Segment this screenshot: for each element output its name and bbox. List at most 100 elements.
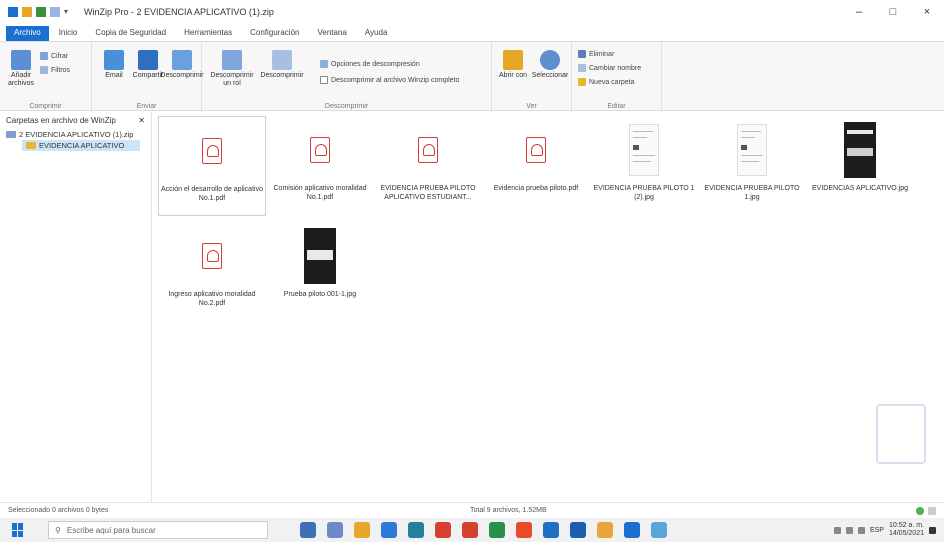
pdf-icon (182, 121, 242, 181)
add-files-button[interactable]: Añadir archivos (6, 50, 36, 88)
chevron-up-icon[interactable] (833, 526, 841, 534)
folder-pane: Carpetas en archivo de WinZip ✕ 2 EVIDEN… (0, 112, 152, 502)
email-icon (104, 50, 124, 70)
unzip-to-button[interactable]: Descomprimir (160, 50, 204, 80)
group-label: Comprimir (29, 103, 62, 110)
file-name: Ingreso aplicativo moralidad No.2.pdf (168, 291, 256, 307)
group-label: Enviar (136, 103, 157, 110)
new-folder-button[interactable]: Nueva carpeta (578, 78, 635, 86)
close-button[interactable]: × (910, 0, 944, 24)
file-name: Comisión aplicativo moralidad No.1.pdf (273, 185, 367, 201)
status-bar: Seleccionado 0 archivos 0 bytes Total 9 … (0, 502, 944, 518)
document-thumbnail (614, 120, 674, 180)
share-button[interactable]: Compartir (133, 50, 163, 80)
app-icon[interactable] (8, 7, 18, 17)
pdf-icon (398, 120, 458, 180)
taskbar-app-icon[interactable] (570, 522, 586, 538)
file-item[interactable]: Comisión aplicativo moralidad No.1.pdf (266, 116, 374, 216)
maximize-button[interactable]: □ (876, 0, 910, 24)
undo-icon[interactable] (50, 7, 60, 17)
file-item[interactable]: Ingreso aplicativo moralidad No.2.pdf (158, 222, 266, 322)
tree-item-zip[interactable]: 2 EVIDENCIA APLICATIVO (1).zip (0, 129, 151, 140)
file-item[interactable]: EVIDENCIA PRUEBA PILOTO APLICATIVO ESTUD… (374, 116, 482, 216)
checkbox-icon (320, 76, 328, 84)
tab-inicio[interactable]: Inicio (51, 26, 86, 41)
selection-status: Seleccionado 0 archivos 0 bytes (8, 507, 109, 514)
taskbar-app-icon[interactable] (435, 522, 451, 538)
add-files-icon (11, 50, 31, 70)
total-status: Total 9 archivos, 1.52MB (470, 507, 547, 514)
file-item[interactable]: EVIDENCIAS APLICATIVO.jpg (806, 116, 914, 216)
new-icon[interactable] (36, 7, 46, 17)
ribbon-tabs: Archivo Inicio Copia de Seguridad Herram… (0, 24, 944, 41)
start-button[interactable] (12, 523, 32, 537)
taskbar-app-icon[interactable] (651, 522, 667, 538)
taskbar-app-icon[interactable] (327, 522, 343, 538)
file-item[interactable]: EVIDENCIA PRUEBA PILOTO 1 (2).jpg (590, 116, 698, 216)
unzip-one-icon (272, 50, 292, 70)
tab-copia-seguridad[interactable]: Copia de Seguridad (87, 26, 174, 41)
pdf-icon (506, 120, 566, 180)
ribbon-group-editar: Eliminar Cambiar nombre Nueva carpeta Ed… (572, 42, 662, 112)
save-icon[interactable] (22, 7, 32, 17)
group-label: Editar (607, 103, 626, 110)
folder-unzip-icon (222, 50, 242, 70)
zoom-icon[interactable] (928, 506, 936, 515)
filters-button[interactable]: Filtros (40, 66, 70, 74)
taskbar-app-icon[interactable] (408, 522, 424, 538)
ribbon: Añadir archivos Cifrar Filtros Comprimir… (0, 41, 944, 112)
window-controls: – □ × (842, 0, 944, 24)
folder-icon (26, 142, 36, 149)
file-name: Prueba piloto 001-1.jpg (283, 291, 357, 298)
tab-herramientas[interactable]: Herramientas (176, 26, 240, 41)
unzip-one-button[interactable]: Descomprimir (260, 50, 304, 80)
email-button[interactable]: Email (100, 50, 128, 80)
group-label: Ver (526, 103, 537, 110)
file-name: EVIDENCIA PRUEBA PILOTO 1.jpg (704, 185, 800, 201)
taskbar-app-icon[interactable] (381, 522, 397, 538)
tab-ayuda[interactable]: Ayuda (357, 26, 396, 41)
unzip-options-button[interactable]: Opciones de descompresión (320, 60, 420, 68)
document-thumbnail (722, 120, 782, 180)
file-item[interactable]: Evidencia prueba piloto.pdf (482, 116, 590, 216)
tab-archivo[interactable]: Archivo (6, 26, 49, 41)
chevron-down-icon[interactable]: ▾ (64, 7, 74, 17)
tab-configuracion[interactable]: Configuración (242, 26, 307, 41)
taskbar-app-icon[interactable] (300, 522, 316, 538)
image-thumbnail (290, 226, 350, 286)
taskbar-app-icon[interactable] (354, 522, 370, 538)
notifications-icon[interactable] (929, 526, 936, 534)
taskbar-app-icon[interactable] (516, 522, 532, 538)
ribbon-group-comprimir: Añadir archivos Cifrar Filtros Comprimir (0, 42, 92, 112)
lock-icon (40, 52, 48, 60)
volume-icon[interactable] (857, 526, 865, 534)
taskbar-app-icon[interactable] (489, 522, 505, 538)
view-with-button[interactable]: Abrir con (498, 50, 528, 80)
unzip-open-checkbox[interactable]: Descomprimir al archivo Winzip completo (320, 76, 459, 84)
delete-button[interactable]: Eliminar (578, 50, 614, 58)
status-icons (916, 506, 936, 515)
tree-item-evidencia[interactable]: EVIDENCIA APLICATIVO (22, 140, 140, 151)
minimize-button[interactable]: – (842, 0, 876, 24)
close-pane-icon[interactable]: ✕ (138, 116, 145, 125)
rename-button[interactable]: Cambiar nombre (578, 64, 641, 72)
file-item[interactable]: EVIDENCIA PRUEBA PILOTO 1.jpg (698, 116, 806, 216)
title-bar: ▾ WinZip Pro - 2 EVIDENCIA APLICATIVO (1… (0, 0, 944, 24)
taskbar-search-input[interactable]: ⚲ Escribe aquí para buscar (48, 521, 268, 539)
encrypt-button[interactable]: Cifrar (40, 52, 68, 60)
network-icon[interactable] (845, 526, 853, 534)
taskbar-app-icon[interactable] (462, 522, 478, 538)
taskbar-app-icon[interactable] (597, 522, 613, 538)
clock[interactable]: 10:52 a. m. 14/05/2021 (889, 522, 924, 538)
language-indicator[interactable]: ESP (870, 527, 884, 534)
unzip-compare-button[interactable]: Descomprimir un rol (208, 50, 256, 88)
file-name: Evidencia prueba piloto.pdf (493, 185, 579, 192)
taskbar-app-icon[interactable] (543, 522, 559, 538)
select-button[interactable]: Seleccionar (532, 50, 568, 80)
tab-ventana[interactable]: Ventana (309, 26, 354, 41)
delete-icon (578, 50, 586, 58)
file-item[interactable]: Prueba piloto 001-1.jpg (266, 222, 374, 322)
taskbar-app-icon[interactable] (624, 522, 640, 538)
file-item[interactable]: Acción el desarrollo de aplicativo No.1.… (158, 116, 266, 216)
file-name: EVIDENCIAS APLICATIVO.jpg (812, 185, 908, 192)
